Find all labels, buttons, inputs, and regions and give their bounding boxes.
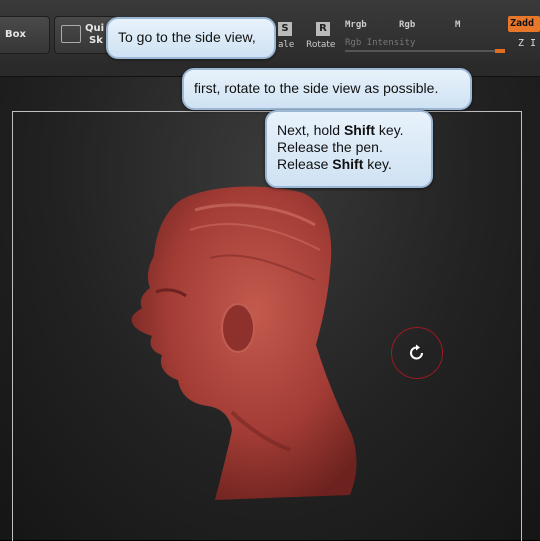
scale-icon[interactable]: S	[278, 22, 292, 36]
box-button[interactable]: Box	[0, 16, 50, 54]
quick-sketch-label-1: Qui	[85, 23, 105, 34]
line3-prefix: Release	[277, 156, 333, 172]
mrgb-button[interactable]: Mrgb	[345, 20, 367, 30]
slider-handle[interactable]	[495, 49, 505, 53]
line1-prefix: Next, hold	[277, 122, 344, 138]
callout-step1-text: To go to the side view,	[118, 29, 256, 45]
ear	[221, 303, 255, 353]
rgb-intensity-slider[interactable]	[345, 49, 505, 53]
rotate-cursor	[391, 327, 443, 379]
line1-suffix: key.	[375, 122, 404, 138]
zadd-button[interactable]: Zadd	[508, 16, 540, 32]
callout-step1: To go to the side view,	[106, 17, 276, 59]
callout-step2: first, rotate to the side view as possib…	[182, 68, 472, 110]
scale-label: ale	[278, 40, 295, 50]
line3-suffix: key.	[363, 156, 392, 172]
m-button[interactable]: M	[455, 20, 460, 30]
z-intensity-label: Z I	[518, 38, 537, 49]
rgb-button[interactable]: Rgb	[399, 20, 415, 30]
shift-key-label: Shift	[343, 122, 376, 138]
rotate-cursor-icon	[410, 344, 423, 360]
callout-step2-text: first, rotate to the side view as possib…	[194, 80, 439, 96]
rotate-icon[interactable]: R	[316, 22, 330, 36]
quick-sketch-label-2: Sk	[89, 35, 103, 46]
head-model[interactable]	[120, 180, 370, 505]
quick-sketch-icon	[61, 25, 81, 43]
callout-step3-line2: Release the pen.	[277, 139, 383, 155]
callout-step3: Next, hold Shift key. Release the pen. R…	[265, 110, 433, 188]
callout-step3-line3: Release Shift key.	[277, 156, 404, 173]
callout-step3-line1: Next, hold Shift key.	[277, 122, 404, 139]
rotate-label: Rotate	[306, 40, 336, 50]
box-button-label: Box	[5, 29, 26, 40]
shift-key-label: Shift	[332, 156, 364, 172]
rgb-intensity-label: Rgb Intensity	[345, 38, 416, 48]
callout-step3-text: Next, hold Shift key. Release the pen. R…	[277, 122, 404, 173]
zadd-label: Zadd	[510, 18, 535, 29]
